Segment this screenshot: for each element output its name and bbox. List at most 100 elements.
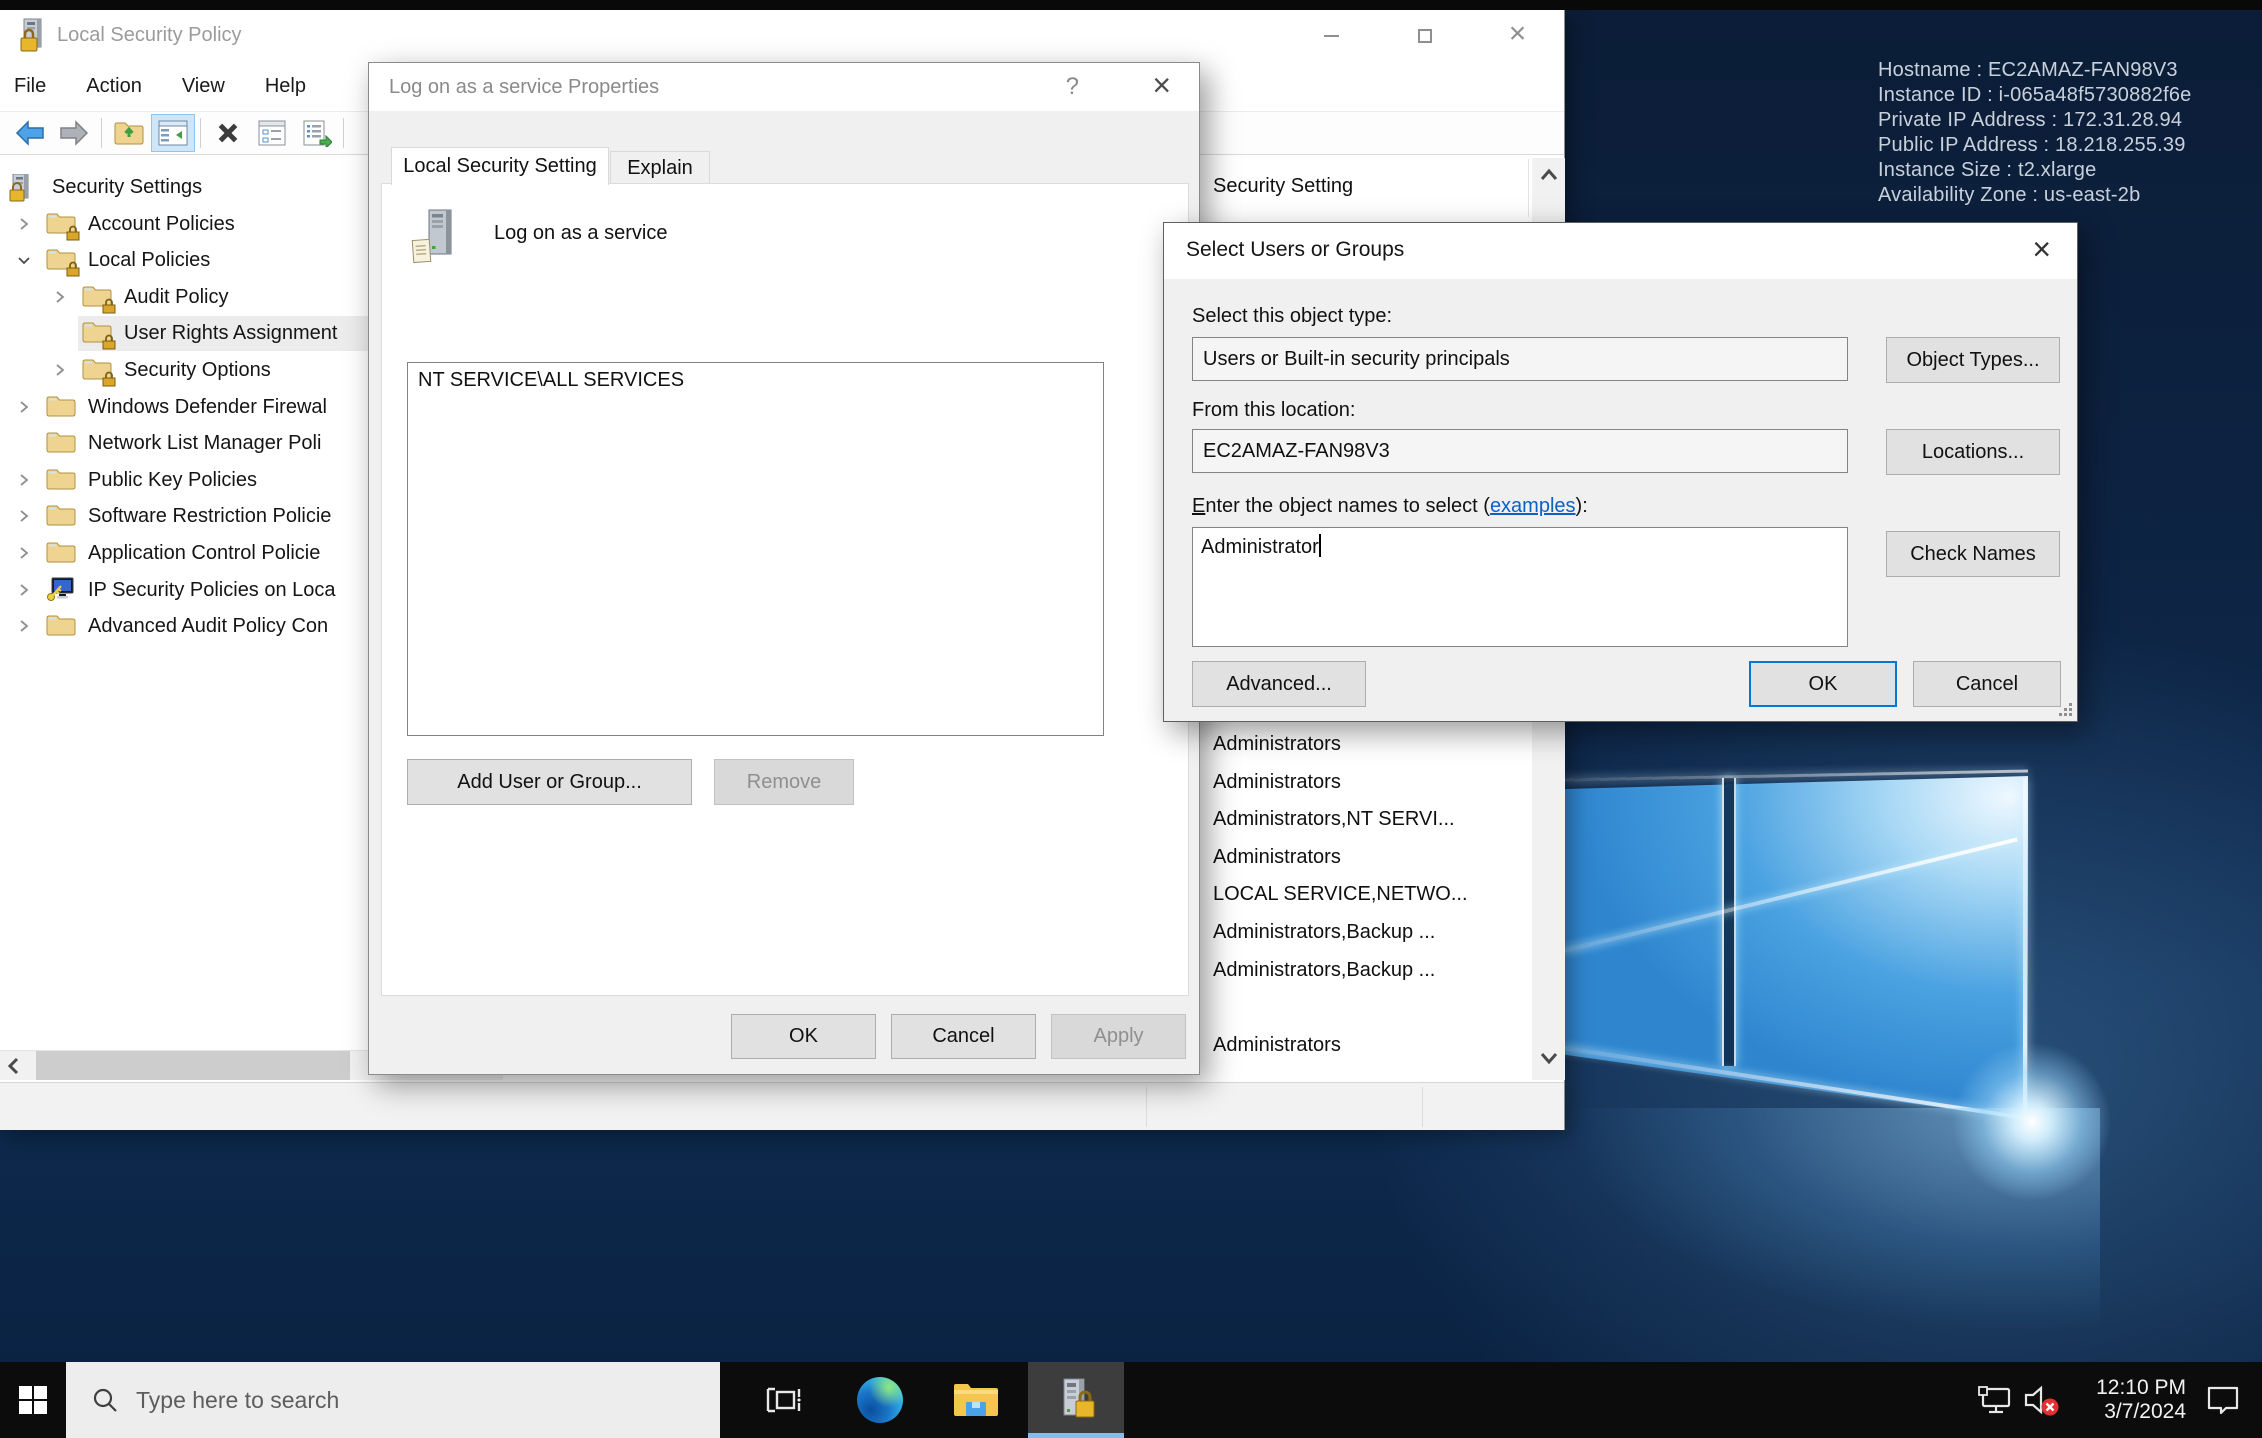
- list-item[interactable]: Administrators,Backup ...: [1213, 914, 1528, 952]
- list-item[interactable]: Administrators: [1213, 1027, 1528, 1065]
- menu-action[interactable]: Action: [86, 75, 142, 98]
- apply-button[interactable]: Apply: [1051, 1014, 1186, 1059]
- chevron-right-icon[interactable]: [52, 289, 68, 310]
- folder-icon: [46, 430, 78, 458]
- file-explorer-icon: [952, 1380, 1000, 1420]
- resize-grip[interactable]: [2069, 713, 2072, 716]
- chevron-right-icon[interactable]: [16, 399, 32, 420]
- console-tree-icon: [157, 119, 189, 147]
- status-bar-separator: [1146, 1087, 1147, 1127]
- chevron-right-icon[interactable]: [16, 216, 32, 237]
- status-bar: [0, 1082, 1564, 1130]
- export-list-button[interactable]: [294, 114, 338, 152]
- add-user-or-group-button[interactable]: Add User or Group...: [407, 759, 692, 805]
- file-explorer-button[interactable]: [938, 1362, 1014, 1438]
- list-item[interactable]: Administrators: [1213, 726, 1528, 764]
- delete-button[interactable]: [206, 114, 250, 152]
- tree-item-label: Account Policies: [88, 206, 235, 243]
- check-names-button[interactable]: Check Names: [1886, 531, 2060, 577]
- close-button[interactable]: ×: [1471, 10, 1564, 62]
- minimize-button[interactable]: [1285, 10, 1378, 62]
- folder-lock-icon: [46, 247, 78, 275]
- taskbar: 12:10 PM 3/7/2024: [0, 1362, 2262, 1438]
- object-types-button[interactable]: Object Types...: [1886, 337, 2060, 383]
- list-item[interactable]: LOCAL SERVICE,NETWO...: [1213, 876, 1528, 914]
- chevron-right-icon[interactable]: [16, 582, 32, 603]
- scroll-left-icon[interactable]: [4, 1055, 24, 1082]
- tree-item-label: Audit Policy: [124, 279, 229, 316]
- log-on-as-service-properties-dialog: Log on as a service Properties ? × Local…: [368, 62, 1200, 1075]
- close-icon: ×: [1509, 19, 1527, 49]
- taskbar-clock[interactable]: 12:10 PM 3/7/2024: [2074, 1376, 2186, 1424]
- window-title: Local Security Policy: [57, 24, 242, 47]
- scrollbar-thumb[interactable]: [36, 1051, 350, 1080]
- taskbar-search[interactable]: [66, 1362, 720, 1438]
- volume-button[interactable]: [2018, 1362, 2064, 1438]
- chevron-down-icon[interactable]: [16, 252, 32, 273]
- help-icon[interactable]: ?: [1066, 73, 1079, 101]
- dialog-title-bar[interactable]: Log on as a service Properties ? ×: [369, 63, 1199, 111]
- properties-button[interactable]: [250, 114, 294, 152]
- label-text: ):: [1576, 495, 1588, 517]
- search-icon: [92, 1387, 118, 1413]
- scroll-up-icon[interactable]: [1538, 166, 1560, 189]
- list-item[interactable]: Administrators,Backup ...: [1213, 952, 1528, 990]
- tree-item-label: Local Policies: [88, 242, 210, 279]
- tab-local-security-setting[interactable]: Local Security Setting: [391, 147, 609, 185]
- dialog-title: Log on as a service Properties: [389, 76, 659, 99]
- menu-view[interactable]: View: [182, 75, 225, 98]
- members-listbox[interactable]: NT SERVICE\ALL SERVICES: [407, 362, 1104, 736]
- list-item[interactable]: Administrators: [1213, 839, 1528, 877]
- folder-icon: [46, 394, 78, 422]
- object-names-input[interactable]: Administrator: [1192, 527, 1848, 647]
- edge-button[interactable]: [842, 1362, 918, 1438]
- column-divider[interactable]: [1528, 159, 1529, 217]
- delete-icon: [213, 119, 243, 147]
- search-input[interactable]: [136, 1387, 596, 1414]
- object-type-field[interactable]: Users or Built-in security principals: [1192, 337, 1848, 381]
- network-button[interactable]: [1972, 1362, 2018, 1438]
- chevron-right-icon[interactable]: [52, 362, 68, 383]
- list-item[interactable]: Administrators: [1213, 764, 1528, 802]
- app-icon: [18, 18, 48, 54]
- accelerator: E: [1192, 495, 1205, 517]
- maximize-button[interactable]: [1378, 10, 1471, 62]
- location-field[interactable]: EC2AMAZ-FAN98V3: [1192, 429, 1848, 473]
- console-tree-toggle[interactable]: [151, 114, 195, 152]
- member-item[interactable]: NT SERVICE\ALL SERVICES: [408, 363, 1103, 398]
- title-bar[interactable]: Local Security Policy ×: [0, 10, 1564, 62]
- cancel-button[interactable]: Cancel: [1913, 661, 2061, 707]
- ok-button[interactable]: OK: [731, 1014, 876, 1059]
- chevron-right-icon[interactable]: [16, 618, 32, 639]
- chevron-right-icon[interactable]: [16, 472, 32, 493]
- close-icon[interactable]: ×: [1152, 67, 1171, 104]
- menu-file[interactable]: File: [14, 75, 46, 98]
- close-icon[interactable]: ×: [2032, 231, 2051, 268]
- taskbar-app-local-security-policy[interactable]: [1028, 1362, 1124, 1438]
- instance-info-line: Private IP Address : 172.31.28.94: [1878, 108, 2192, 133]
- scroll-down-icon[interactable]: [1538, 1049, 1560, 1072]
- remove-button[interactable]: Remove: [714, 759, 854, 805]
- examples-link[interactable]: examples: [1490, 495, 1576, 517]
- chevron-right-icon[interactable]: [16, 508, 32, 529]
- select-users-or-groups-dialog: Select Users or Groups × Select this obj…: [1163, 222, 2078, 722]
- task-view-button[interactable]: [746, 1362, 822, 1438]
- action-center-button[interactable]: [2200, 1362, 2246, 1438]
- locations-button[interactable]: Locations...: [1886, 429, 2060, 475]
- menu-help[interactable]: Help: [265, 75, 306, 98]
- list-item[interactable]: [1213, 989, 1528, 1027]
- tree-item-label: IP Security Policies on Loca: [88, 572, 336, 609]
- ok-button[interactable]: OK: [1749, 661, 1897, 707]
- list-item[interactable]: Administrators,NT SERVI...: [1213, 801, 1528, 839]
- forward-button[interactable]: [52, 114, 96, 152]
- start-button[interactable]: [0, 1362, 66, 1438]
- column-header-security-setting[interactable]: Security Setting: [1213, 175, 1353, 198]
- up-level-button[interactable]: [107, 114, 151, 152]
- advanced-button[interactable]: Advanced...: [1192, 661, 1366, 707]
- policy-icon: [407, 208, 463, 268]
- back-button[interactable]: [8, 114, 52, 152]
- cancel-button[interactable]: Cancel: [891, 1014, 1036, 1059]
- dialog-title-bar[interactable]: Select Users or Groups ×: [1164, 223, 2077, 279]
- chevron-right-icon[interactable]: [16, 545, 32, 566]
- tab-explain[interactable]: Explain: [610, 151, 710, 185]
